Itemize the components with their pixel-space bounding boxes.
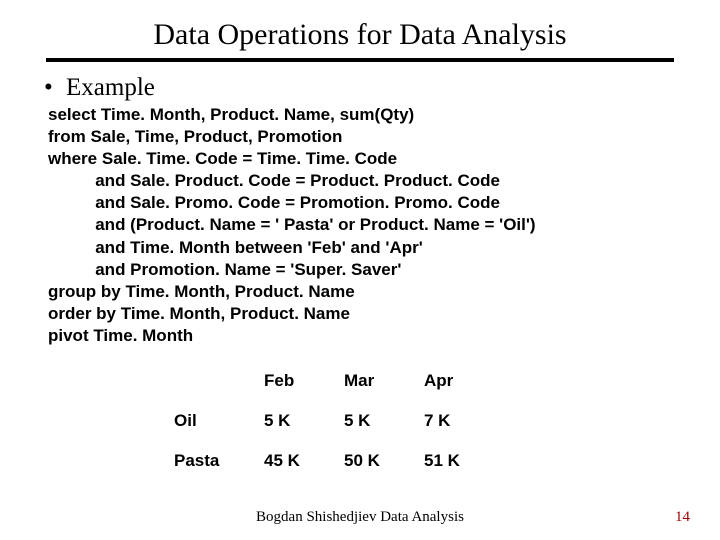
slide-title: Data Operations for Data Analysis: [46, 18, 674, 52]
sql-block: select Time. Month, Product. Name, sum(Q…: [46, 104, 674, 347]
bullet-label: Example: [66, 74, 155, 101]
cell: 5 K: [264, 401, 344, 441]
sql-line: and Sale. Promo. Code = Promotion. Promo…: [48, 193, 500, 212]
table-row: Feb Mar Apr: [174, 361, 504, 401]
bullet-marker: •: [44, 74, 66, 102]
sql-line: and Time. Month between 'Feb' and 'Apr': [48, 238, 423, 257]
col-header: Apr: [424, 361, 504, 401]
sql-line: where Sale. Time. Code = Time. Time. Cod…: [48, 149, 397, 168]
cell: 45 K: [264, 441, 344, 481]
example-bullet: •Example: [46, 74, 674, 102]
cell: 5 K: [344, 401, 424, 441]
sql-line: order by Time. Month, Product. Name: [48, 304, 350, 323]
cell: 50 K: [344, 441, 424, 481]
table-row: Oil 5 K 5 K 7 K: [174, 401, 504, 441]
cell: 7 K: [424, 401, 504, 441]
table-row: Pasta 45 K 50 K 51 K: [174, 441, 504, 481]
sql-line: and Sale. Product. Code = Product. Produ…: [48, 171, 500, 190]
col-header: Feb: [264, 361, 344, 401]
row-header: Oil: [174, 401, 264, 441]
footer-text: Bogdan Shishedjiev Data Analysis: [0, 509, 720, 526]
sql-line: and Promotion. Name = 'Super. Saver': [48, 260, 401, 279]
sql-line: select Time. Month, Product. Name, sum(Q…: [48, 105, 414, 124]
title-rule: [46, 58, 674, 62]
page-number: 14: [675, 509, 690, 526]
sql-line: group by Time. Month, Product. Name: [48, 282, 355, 301]
sql-line: and (Product. Name = ' Pasta' or Product…: [48, 215, 536, 234]
sql-line: pivot Time. Month: [48, 326, 193, 345]
pivot-table: Feb Mar Apr Oil 5 K 5 K 7 K Pasta 45 K 5…: [174, 361, 504, 481]
corner-cell: [174, 361, 264, 401]
col-header: Mar: [344, 361, 424, 401]
cell: 51 K: [424, 441, 504, 481]
sql-line: from Sale, Time, Product, Promotion: [48, 127, 342, 146]
slide: Data Operations for Data Analysis •Examp…: [0, 0, 720, 540]
row-header: Pasta: [174, 441, 264, 481]
